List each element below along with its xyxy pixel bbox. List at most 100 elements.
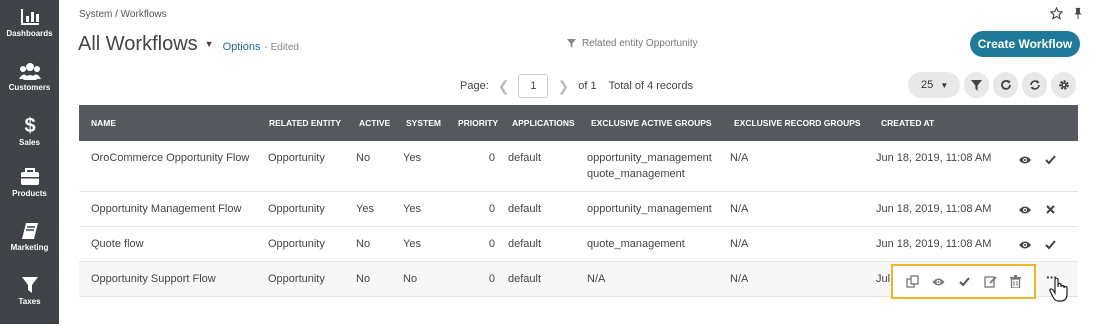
- sidebar-label: Marketing: [10, 243, 49, 252]
- book-icon: [21, 223, 38, 239]
- deactivate-icon[interactable]: [1046, 205, 1055, 214]
- options-link[interactable]: Options: [223, 41, 261, 53]
- next-page-icon[interactable]: ❯: [557, 78, 569, 95]
- grid-toolbar: 25 ▼: [908, 72, 1076, 98]
- sidebar-label: Sales: [19, 138, 40, 147]
- cell-record-groups: N/A: [730, 152, 749, 164]
- cell-active-groups-2: quote_management: [587, 168, 685, 180]
- sidebar-label: Taxes: [18, 297, 41, 306]
- column-header-record-groups[interactable]: EXCLUSIVE RECORD GROUPS: [734, 118, 861, 128]
- column-header-applications[interactable]: APPLICATIONS: [512, 118, 575, 128]
- cell-active-groups: N/A: [587, 273, 606, 285]
- page-size-value: 25: [921, 79, 934, 91]
- cell-entity: Opportunity: [268, 203, 325, 215]
- activate-icon[interactable]: [1045, 240, 1056, 250]
- create-workflow-button[interactable]: Create Workflow: [970, 31, 1080, 57]
- filter-icon: [971, 79, 982, 91]
- dollar-icon: $: [24, 115, 35, 135]
- cell-active: Yes: [356, 203, 374, 215]
- column-header-active-groups[interactable]: EXCLUSIVE ACTIVE GROUPS: [591, 118, 712, 128]
- pin-icon[interactable]: [1073, 7, 1083, 20]
- edited-status: - Edited: [264, 42, 299, 53]
- cell-entity: Opportunity: [268, 152, 325, 164]
- table-row[interactable]: Opportunity Management Flow Opportunity …: [79, 192, 1078, 227]
- cell-name: OroCommerce Opportunity Flow: [91, 152, 250, 164]
- breadcrumb[interactable]: System / Workflows: [79, 9, 167, 20]
- cell-active-groups: opportunity_management: [587, 152, 712, 164]
- cell-name: Opportunity Support Flow: [91, 273, 216, 285]
- sidebar-item-products[interactable]: Products: [0, 168, 59, 218]
- caret-down-icon: ▼: [940, 81, 949, 90]
- sidebar-label: Products: [12, 189, 47, 198]
- sidebar-item-marketing[interactable]: Marketing: [0, 222, 59, 272]
- sidebar-item-sales[interactable]: $ Sales: [0, 115, 59, 165]
- filter-toggle-button[interactable]: [964, 72, 989, 98]
- sidebar-item-dashboards[interactable]: Dashboards: [0, 8, 59, 58]
- cell-priority: 0: [488, 203, 495, 215]
- view-icon[interactable]: [1019, 240, 1031, 250]
- column-header-active[interactable]: ACTIVE: [359, 118, 390, 128]
- svg-text:$: $: [24, 115, 35, 135]
- column-header-priority[interactable]: PRIORITY: [458, 118, 498, 128]
- table-row[interactable]: OroCommerce Opportunity Flow Opportunity…: [79, 141, 1078, 192]
- cell-name: Opportunity Management Flow: [91, 203, 242, 215]
- view-icon[interactable]: [932, 277, 945, 287]
- reset-button[interactable]: [1022, 72, 1047, 98]
- column-header-entity[interactable]: RELATED ENTITY: [269, 118, 341, 128]
- cell-applications: default: [508, 152, 542, 164]
- title-row: All Workflows ▼ Options - Edited: [78, 33, 299, 56]
- cell-system: Yes: [403, 152, 421, 164]
- briefcase-icon: [20, 168, 39, 185]
- column-header-name[interactable]: NAME: [91, 118, 116, 128]
- prev-page-icon[interactable]: ❮: [498, 78, 510, 95]
- filter-hint[interactable]: Related entity Opportunity: [567, 38, 698, 49]
- settings-button[interactable]: [1051, 72, 1076, 98]
- trash-icon[interactable]: [1010, 275, 1022, 288]
- cell-name: Quote flow: [91, 238, 144, 250]
- sidebar-item-customers[interactable]: Customers: [0, 62, 59, 112]
- cell-applications: default: [508, 273, 542, 285]
- gear-icon: [1058, 80, 1069, 90]
- page-input[interactable]: 1: [518, 74, 549, 98]
- refresh-button[interactable]: [993, 72, 1018, 98]
- sidebar-item-taxes[interactable]: Taxes: [0, 276, 59, 326]
- page-title[interactable]: All Workflows: [78, 33, 198, 56]
- cell-created: Jun 18, 2019, 11:08 AM: [876, 203, 992, 215]
- cell-active-groups: opportunity_management: [587, 203, 712, 215]
- star-icon[interactable]: [1050, 7, 1063, 20]
- grid-header: NAME RELATED ENTITY ACTIVE SYSTEM PRIORI…: [79, 105, 1078, 141]
- table-row[interactable]: Quote flow Opportunity No Yes 0 default …: [79, 227, 1078, 262]
- cell-record-groups: N/A: [730, 203, 749, 215]
- refresh-icon: [1000, 80, 1011, 90]
- cell-priority: 0: [488, 152, 495, 164]
- total-records: Total of 4 records: [608, 80, 693, 92]
- cell-entity: Opportunity: [268, 273, 325, 285]
- cell-record-groups: N/A: [730, 273, 749, 285]
- cell-applications: default: [508, 238, 542, 250]
- page-size-select[interactable]: 25 ▼: [908, 72, 960, 98]
- filter-icon: [21, 277, 38, 293]
- cell-created: Jun 18, 2019, 11:08 AM: [876, 152, 992, 164]
- activate-icon[interactable]: [959, 276, 970, 287]
- cell-active: No: [356, 273, 371, 285]
- reset-icon: [1029, 80, 1040, 90]
- edit-icon[interactable]: [983, 275, 997, 288]
- column-header-system[interactable]: SYSTEM: [406, 118, 441, 128]
- pagination: Page: ❮ 1 ❯ of 1 Total of 4 records: [460, 73, 693, 99]
- cell-active-groups: quote_management: [587, 238, 685, 250]
- page-count: of 1: [578, 80, 597, 92]
- page-label: Page:: [460, 80, 489, 92]
- users-icon: [18, 63, 41, 80]
- clone-icon[interactable]: [906, 275, 919, 288]
- hand-cursor-icon: [1049, 278, 1068, 302]
- activate-icon[interactable]: [1045, 155, 1056, 165]
- caret-down-icon[interactable]: ▼: [205, 39, 214, 49]
- view-icon[interactable]: [1019, 155, 1031, 165]
- cell-system: Yes: [403, 238, 421, 250]
- sidebar-label: Dashboards: [6, 29, 53, 38]
- sidebar-label: Customers: [8, 83, 51, 92]
- column-header-created[interactable]: CREATED AT: [881, 118, 934, 128]
- view-icon[interactable]: [1019, 205, 1031, 215]
- filter-icon: [567, 39, 576, 48]
- cell-system: No: [403, 273, 418, 285]
